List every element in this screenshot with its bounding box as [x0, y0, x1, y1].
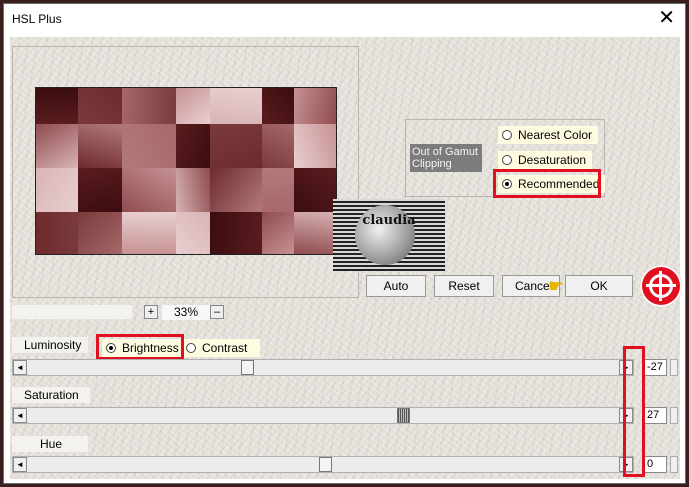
radio-desaturation[interactable]: Desaturation	[498, 151, 593, 169]
close-icon[interactable]: ✕	[658, 7, 675, 29]
preview-tile	[176, 124, 210, 168]
preview-tile	[176, 88, 210, 124]
target-logo-icon	[640, 265, 682, 307]
preview-tile	[294, 212, 336, 254]
gamut-label: Out of Gamut Clipping	[410, 144, 482, 172]
reset-button[interactable]: Reset	[434, 275, 494, 297]
window-title: HSL Plus	[12, 12, 62, 26]
preview-tile	[262, 212, 294, 254]
highlight-value-column	[623, 346, 645, 477]
preview-tile	[294, 88, 336, 124]
radio-label: Nearest Color	[518, 128, 593, 142]
preview-tile	[294, 124, 336, 168]
radio-icon	[186, 343, 196, 353]
preview-tile	[210, 168, 262, 212]
saturation-spinner[interactable]	[670, 407, 678, 424]
radio-label: Contrast	[202, 341, 248, 355]
hue-value-field[interactable]: 0	[644, 456, 667, 473]
preview-tile	[36, 124, 78, 168]
zoom-strip	[12, 305, 132, 319]
preview-tile	[122, 168, 176, 212]
hue-slider-thumb[interactable]	[319, 457, 332, 472]
preview-tile	[122, 124, 176, 168]
radio-contrast[interactable]: Contrast	[182, 339, 260, 357]
ok-button[interactable]: OK	[565, 275, 633, 297]
highlight-recommended	[493, 169, 601, 198]
saturation-label: Saturation	[12, 387, 90, 403]
luminosity-slider-thumb[interactable]	[241, 360, 254, 375]
preview-tile	[78, 212, 122, 254]
radio-icon	[502, 155, 512, 165]
luminosity-label: Luminosity	[12, 337, 88, 353]
preview-tile	[262, 124, 294, 168]
title-bar: HSL Plus ✕	[4, 4, 685, 34]
saturation-value-field[interactable]: 27	[644, 407, 667, 424]
preview-tile	[262, 88, 294, 124]
hsl-plus-window: HSL Plus ✕ claudia Out of Gamut Clipping…	[3, 3, 686, 484]
pointing-hand-icon: ☛	[548, 276, 565, 296]
target-crosshair-v	[659, 271, 662, 301]
preview-tile	[36, 212, 78, 254]
preview-tile	[78, 124, 122, 168]
preview-tile	[122, 88, 176, 124]
luminosity-spinner[interactable]	[670, 359, 678, 376]
saturation-slider[interactable]: ◄ ►	[12, 407, 634, 424]
luminosity-value-field[interactable]: -27	[644, 359, 667, 376]
preview-image[interactable]	[35, 87, 337, 255]
scroll-left-icon[interactable]: ◄	[13, 408, 27, 423]
hue-label: Hue	[12, 436, 88, 452]
scroll-left-icon[interactable]: ◄	[13, 360, 27, 375]
preview-tile	[210, 124, 262, 168]
zoom-out-button[interactable]: –	[210, 305, 224, 319]
watermark-stamp: claudia	[333, 199, 445, 271]
preview-tile	[78, 88, 122, 124]
preview-tile	[36, 88, 78, 124]
preview-tile	[210, 88, 262, 124]
preview-tile	[210, 212, 262, 254]
preview-tile	[262, 168, 294, 212]
preview-tile	[294, 168, 336, 212]
watermark-text: claudia	[362, 213, 416, 228]
saturation-slider-thumb[interactable]	[397, 408, 410, 423]
radio-icon	[502, 130, 512, 140]
luminosity-slider[interactable]: ◄ ►	[12, 359, 634, 376]
preview-tile	[36, 168, 78, 212]
preview-tile	[176, 168, 210, 212]
hue-spinner[interactable]	[670, 456, 678, 473]
hue-slider[interactable]: ◄ ►	[12, 456, 634, 473]
dialog-body: claudia Out of Gamut Clipping Nearest Co…	[10, 37, 682, 479]
auto-button[interactable]: Auto	[366, 275, 426, 297]
preview-tile	[176, 212, 210, 254]
zoom-in-button[interactable]: +	[144, 305, 158, 319]
zoom-value: 33%	[162, 305, 210, 320]
preview-tile	[78, 168, 122, 212]
preview-tile	[122, 212, 176, 254]
scroll-left-icon[interactable]: ◄	[13, 457, 27, 472]
highlight-brightness	[96, 334, 184, 360]
radio-nearest-color[interactable]: Nearest Color	[498, 126, 599, 144]
radio-label: Desaturation	[518, 153, 587, 167]
